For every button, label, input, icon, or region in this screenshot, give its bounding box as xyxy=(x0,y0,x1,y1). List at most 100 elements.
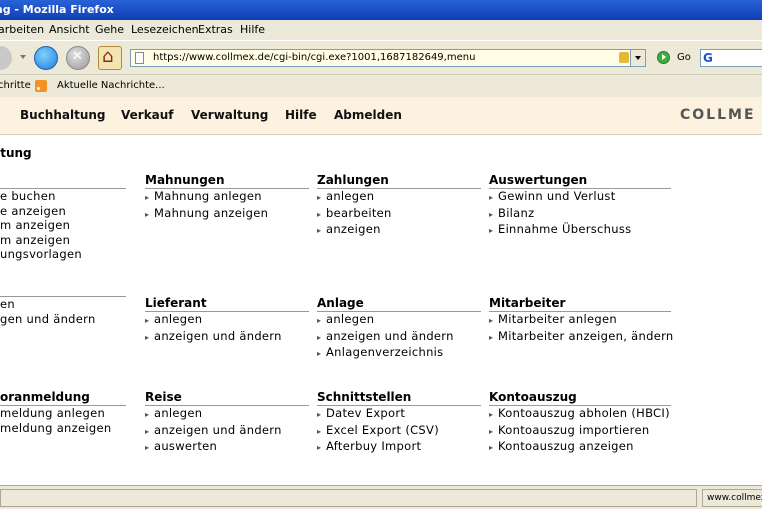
main-content: altung e e buchen e anzeigen m anzeigen … xyxy=(0,135,762,485)
section-title: Schnittstellen xyxy=(317,390,481,406)
home-icon[interactable] xyxy=(98,46,122,70)
section-zahlungen: Zahlungen ▸ anlegen ▸ bearbeiten ▸ anzeigen xyxy=(317,173,481,239)
list-item[interactable]: ungsvorlagen xyxy=(0,247,126,262)
rss-feed-icon xyxy=(35,80,47,92)
section-belege: e e buchen e anzeigen m anzeigen m anzei… xyxy=(0,173,126,262)
section-title: Mahnungen xyxy=(145,173,309,189)
menu-item-ansicht[interactable]: Ansicht xyxy=(49,20,90,40)
section-title: Mitarbeiter xyxy=(489,296,671,312)
nav-abmelden[interactable]: Abmelden xyxy=(334,97,402,134)
menu-item-extras[interactable]: Extras xyxy=(198,20,233,40)
bullet-icon: ▸ xyxy=(317,443,322,452)
list-item[interactable]: ▸ Excel Export (CSV) xyxy=(317,423,481,440)
list-item[interactable]: ▸ Anlagenverzeichnis xyxy=(317,345,481,362)
go-icon[interactable] xyxy=(657,51,670,64)
section-mitarbeiter: Mitarbeiter ▸ Mitarbeiter anlegen ▸ Mitarb… xyxy=(489,296,673,346)
nav-verkauf[interactable]: Verkauf xyxy=(121,97,174,134)
list-item[interactable]: ▸ Bilanz xyxy=(489,206,671,223)
section-auswertungen: Auswertungen ▸ Gewinn und Verlust ▸ Bilanz… xyxy=(489,173,671,239)
list-item[interactable]: ▸ Mitarbeiter anzeigen, ändern xyxy=(489,329,673,346)
bullet-icon: ▸ xyxy=(317,193,322,202)
menu-item-gehe[interactable]: Gehe xyxy=(95,20,124,40)
section-voranmeldung: oranmeldung meldung anlegen meldung anze… xyxy=(0,390,126,435)
section-title: Auswertungen xyxy=(489,173,671,189)
list-item[interactable]: ▸ anlegen xyxy=(317,189,481,206)
list-item[interactable]: m anzeigen xyxy=(0,233,126,248)
list-item[interactable]: ▸ Kontoauszug importieren xyxy=(489,423,671,440)
menu-item-lesezeichen[interactable]: Lesezeichen xyxy=(131,20,199,40)
list-item[interactable]: en xyxy=(0,297,126,312)
section-title: Kontoauszug xyxy=(489,390,671,406)
section-kunde: en gen und ändern xyxy=(0,296,126,326)
list-item[interactable]: ▸ anzeigen xyxy=(317,222,481,239)
nav-verwaltung[interactable]: Verwaltung xyxy=(191,97,268,134)
bullet-icon: ▸ xyxy=(317,410,322,419)
section-title: Lieferant xyxy=(145,296,309,312)
bullet-icon: ▸ xyxy=(489,316,494,325)
menu-item-hilfe[interactable]: Hilfe xyxy=(240,20,265,40)
bullet-icon: ▸ xyxy=(317,209,322,219)
search-input[interactable]: G xyxy=(700,49,762,67)
bullet-icon: ▸ xyxy=(489,332,494,342)
section-title: Zahlungen xyxy=(317,173,481,189)
menu-item-bearbeiten[interactable]: arbeiten xyxy=(0,20,44,40)
menu-bar: arbeiten Ansicht Gehe Lesezeichen Extras… xyxy=(0,20,762,40)
section-title: oranmeldung xyxy=(0,390,126,406)
nav-buchhaltung[interactable]: Buchhaltung xyxy=(20,97,106,134)
list-item[interactable]: ▸ Einnahme Überschuss xyxy=(489,222,671,239)
bullet-icon: ▸ xyxy=(145,332,150,342)
navigation-toolbar: https://www.collmex.de/cgi-bin/cgi.exe?1… xyxy=(0,40,762,75)
list-item[interactable]: ▸ bearbeiten xyxy=(317,206,481,223)
list-item[interactable]: ▸ anlegen xyxy=(145,312,309,329)
list-item[interactable]: ▸ anzeigen und ändern xyxy=(145,329,309,346)
go-button[interactable]: Go xyxy=(677,51,691,65)
bullet-icon: ▸ xyxy=(317,332,322,342)
nav-hilfe[interactable]: Hilfe xyxy=(285,97,317,134)
section-kontoauszug: Kontoauszug ▸ Kontoauszug abholen (HBCI) … xyxy=(489,390,671,456)
list-item[interactable]: ▸ anlegen xyxy=(145,406,309,423)
bookmark-erste-schritte[interactable]: chritte xyxy=(0,75,31,97)
address-bar[interactable]: https://www.collmex.de/cgi-bin/cgi.exe?1… xyxy=(130,49,646,67)
bullet-icon: ▸ xyxy=(145,316,150,325)
bookmark-aktuelle-nachrichten[interactable]: Aktuelle Nachrichte... xyxy=(57,75,165,97)
brand-logo: COLLME xyxy=(680,107,756,123)
list-item[interactable]: ▸ Mahnung anzeigen xyxy=(145,206,309,223)
history-dropdown-icon[interactable] xyxy=(20,55,26,59)
section-title: Anlage xyxy=(317,296,481,312)
list-item[interactable]: e buchen xyxy=(0,189,126,204)
list-item[interactable]: e anzeigen xyxy=(0,204,126,219)
section-mahnungen: Mahnungen ▸ Mahnung anlegen ▸ Mahnung anze… xyxy=(145,173,309,222)
page-icon xyxy=(135,52,144,64)
list-item[interactable]: meldung anzeigen xyxy=(0,421,126,436)
bullet-icon: ▸ xyxy=(145,443,150,452)
bullet-icon: ▸ xyxy=(489,209,494,219)
list-item[interactable]: m anzeigen xyxy=(0,218,126,233)
back-arrow-icon[interactable] xyxy=(0,46,12,70)
stop-icon[interactable] xyxy=(66,46,90,70)
address-dropdown-icon[interactable] xyxy=(630,50,645,66)
list-item[interactable]: ▸ auswerten xyxy=(145,439,309,456)
list-item[interactable]: ▸ Kontoauszug anzeigen xyxy=(489,439,671,456)
list-item[interactable]: ▸ anzeigen und ändern xyxy=(145,423,309,440)
list-item[interactable]: gen und ändern xyxy=(0,312,126,327)
list-item[interactable]: meldung anlegen xyxy=(0,406,126,421)
bullet-icon: ▸ xyxy=(145,193,150,202)
list-item[interactable]: ▸ Datev Export xyxy=(317,406,481,423)
reload-icon[interactable] xyxy=(34,46,58,70)
bullet-icon: ▸ xyxy=(317,226,322,235)
list-item[interactable]: ▸ Mitarbeiter anlegen xyxy=(489,312,671,329)
app-navigation: Buchhaltung Verkauf Verwaltung Hilfe Abm… xyxy=(0,97,762,135)
google-icon[interactable]: G xyxy=(703,51,717,65)
list-item[interactable]: ▸ anzeigen und ändern xyxy=(317,329,481,346)
address-url[interactable]: https://www.collmex.de/cgi-bin/cgi.exe?1… xyxy=(153,50,475,66)
page-title: altung xyxy=(0,146,32,160)
window-title-bar: ltung - Mozilla Firefox xyxy=(0,0,762,20)
list-item[interactable]: ▸ Mahnung anlegen xyxy=(145,189,309,206)
bullet-icon: ▸ xyxy=(317,426,322,436)
section-schnittstellen: Schnittstellen ▸ Datev Export ▸ Excel Expo… xyxy=(317,390,481,456)
list-item[interactable]: ▸ Kontoauszug abholen (HBCI) xyxy=(489,406,671,423)
list-item[interactable]: ▸ Afterbuy Import xyxy=(317,439,481,456)
list-item[interactable]: ▸ anlegen xyxy=(317,312,481,329)
list-item[interactable]: ▸ Gewinn und Verlust xyxy=(489,189,671,206)
lock-icon[interactable] xyxy=(619,52,629,63)
